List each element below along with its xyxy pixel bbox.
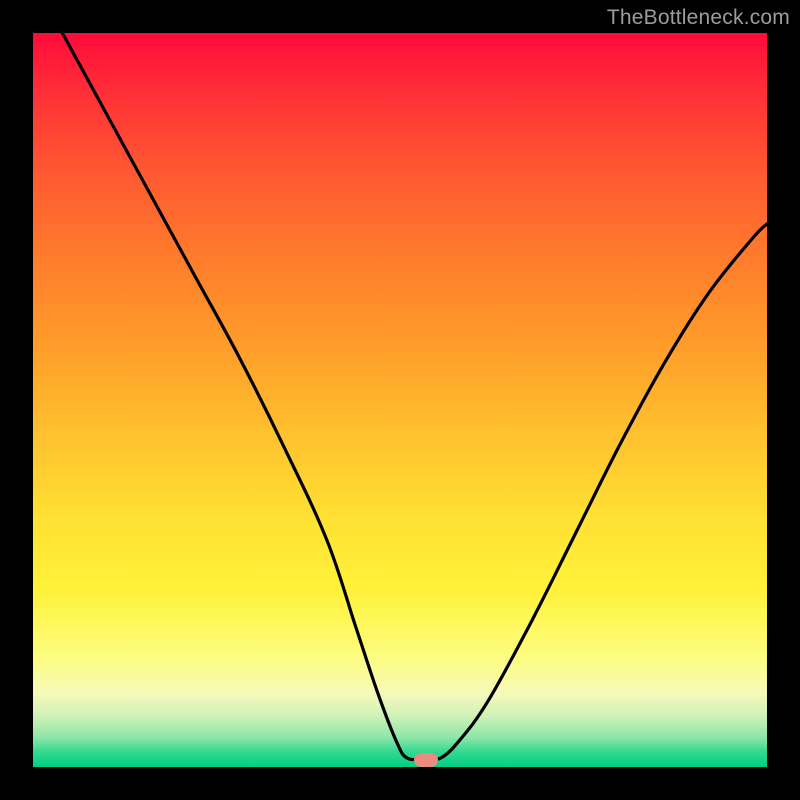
optimum-marker: [414, 753, 438, 767]
plot-area: [33, 33, 767, 767]
watermark-text: TheBottleneck.com: [607, 6, 790, 30]
chart-frame: TheBottleneck.com: [0, 0, 800, 800]
curve-path: [62, 33, 767, 760]
bottleneck-curve: [33, 33, 767, 767]
